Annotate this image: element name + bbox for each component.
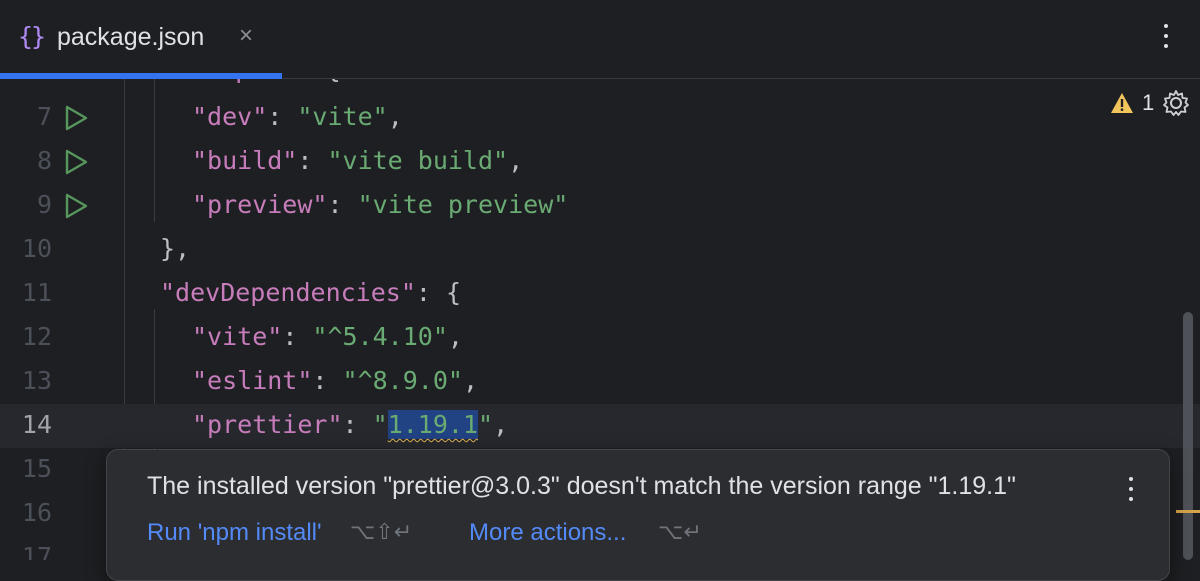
inspection-widget[interactable]: 1 [1110, 88, 1190, 118]
code-key: "scripts" [160, 79, 295, 84]
shortcut-hint: ⌥⇧↵ [350, 520, 413, 545]
more-actions-link[interactable]: More actions... [469, 519, 626, 547]
line-number: 9 [36, 190, 52, 219]
tab-label: package.json [57, 23, 205, 51]
line-number: 11 [21, 278, 52, 307]
code-key: "prettier" [192, 410, 343, 439]
vertical-scrollbar[interactable] [1183, 312, 1193, 560]
code-value: "^5.4.10" [312, 322, 448, 351]
version-mismatch-popup: The installed version "prettier@3.0.3" d… [106, 449, 1170, 581]
code-line: 10 }, [0, 228, 1200, 272]
more-options-icon[interactable] [1128, 477, 1134, 503]
code-key: "dev" [192, 102, 268, 131]
code-punct: , [387, 102, 403, 131]
line-number: 16 [21, 498, 52, 527]
code-line: 13 "eslint": "^8.9.0", [0, 360, 1200, 404]
run-script-icon[interactable] [62, 148, 90, 176]
line-number: 8 [36, 146, 52, 175]
code-key: "vite" [192, 322, 283, 351]
code-line: 12 "vite": "^5.4.10", [0, 316, 1200, 360]
code-line-6: "scripts": { [0, 79, 1200, 93]
code-punct: , [462, 366, 479, 395]
line-number: 10 [21, 234, 52, 263]
code-line: 11 "devDependencies": { [0, 272, 1200, 316]
code-key: "preview" [192, 190, 328, 219]
code-value: "vite preview" [357, 190, 569, 219]
code-punct: , [447, 322, 463, 351]
line-number: 12 [21, 322, 52, 351]
gear-icon[interactable] [1162, 89, 1190, 117]
code-key: "eslint" [192, 366, 313, 395]
close-icon[interactable]: × [239, 22, 253, 50]
code-punct: : { [295, 79, 340, 84]
code-punct: }, [160, 234, 191, 263]
code-key: "build" [192, 146, 298, 175]
code-line: 7 "dev": "vite", [0, 96, 1200, 140]
tab-package-json[interactable]: {} package.json × [0, 0, 282, 79]
code-value: "vite build" [327, 146, 509, 175]
line-number: 17 [21, 542, 52, 560]
run-script-icon[interactable] [62, 104, 90, 132]
code-punct: , [493, 410, 509, 439]
line-number: 13 [21, 366, 52, 395]
selected-version-value[interactable]: 1.19.1 [387, 410, 478, 439]
run-npm-install-link[interactable]: Run 'npm install' [147, 519, 322, 547]
json-file-icon: {} [18, 22, 46, 51]
editor-tab-bar: {} package.json × [0, 0, 1200, 79]
code-value: "^8.9.0" [342, 366, 463, 395]
shortcut-hint: ⌥↵ [658, 520, 702, 545]
run-script-icon[interactable] [62, 192, 90, 220]
line-number: 7 [36, 102, 52, 131]
line-number: 14 [21, 410, 52, 439]
code-punct: , [508, 146, 524, 175]
warning-icon [1111, 93, 1133, 113]
code-line: 9 "preview": "vite preview" [0, 184, 1200, 228]
more-options-icon[interactable] [1154, 24, 1178, 54]
code-line: 8 "build": "vite build", [0, 140, 1200, 184]
code-punct: : { [415, 278, 462, 307]
popup-message: The installed version "prettier@3.0.3" d… [147, 472, 1016, 500]
line-number: 15 [21, 454, 52, 483]
code-key: "devDependencies" [160, 278, 416, 307]
code-line-current: 14 "prettier": "1.19.1", [0, 404, 1200, 448]
error-stripe-marker[interactable] [1176, 510, 1200, 513]
warning-count: 1 [1142, 90, 1155, 115]
code-value: "vite" [297, 102, 388, 131]
